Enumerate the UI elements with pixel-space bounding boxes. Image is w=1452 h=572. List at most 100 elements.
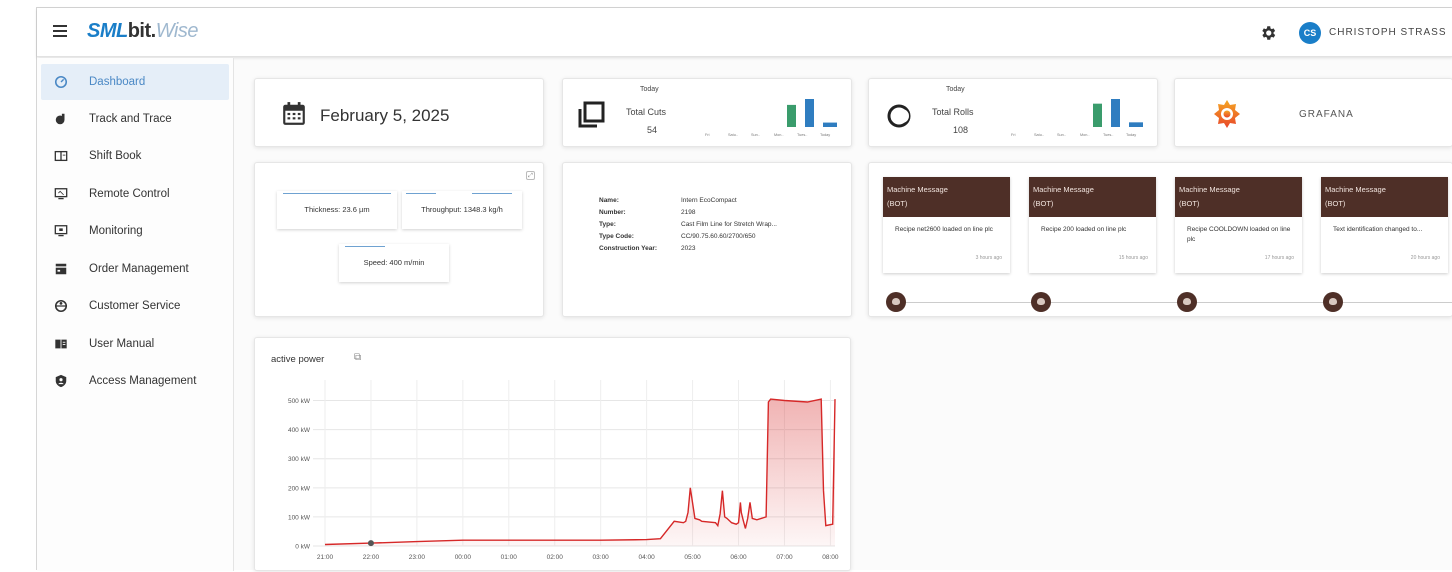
x-tick-label: 07:00 <box>776 554 793 561</box>
thickness-value: Thickness: 23.6 µm <box>304 205 370 214</box>
message-card[interactable]: Machine Message (BOT) Recipe net2600 load… <box>883 177 1010 273</box>
x-tick-label: 23:00 <box>409 554 426 561</box>
hover-point[interactable] <box>367 540 374 547</box>
mini-bar <box>1093 103 1102 127</box>
cuts-bar-chart: Fri Satu.. Sun.. Mon.. Tues.. Today <box>705 99 837 137</box>
message-card[interactable]: Machine Message (BOT) Text identification… <box>1321 177 1448 273</box>
top-bar: SMLbit.Wise CS CHRISTOPH STRASS <box>37 8 1452 57</box>
message-card[interactable]: Machine Message (BOT) Recipe COOLDOWN loa… <box>1175 177 1302 273</box>
sidebar-item-label: Shift Book <box>89 150 142 163</box>
message-header: Machine Message (BOT) <box>883 177 1010 217</box>
remote-control-icon <box>54 187 68 199</box>
user-manual-icon <box>55 339 67 349</box>
sidebar-item-remote-control[interactable]: Remote Control <box>37 175 233 213</box>
customer-service-icon <box>54 300 68 313</box>
thickness-tile[interactable]: Thickness: 23.6 µm <box>277 191 397 229</box>
track-trace-icon <box>55 113 65 124</box>
kpi-label: Total Rolls <box>932 107 974 117</box>
mini-day-label: Mon.. <box>774 133 784 137</box>
throughput-tile[interactable]: Throughput: 1348.3 kg/h <box>402 191 522 229</box>
mini-day-label: Today <box>1126 133 1136 137</box>
hamburger-menu-icon[interactable] <box>53 25 67 37</box>
grafana-label: GRAFANA <box>1299 109 1354 120</box>
total-cuts-card[interactable]: Today Total Cuts 54 Fri Satu.. Sun.. Mon.. T… <box>562 78 852 147</box>
throughput-value: Throughput: 1348.3 kg/h <box>421 205 503 214</box>
mini-day-label: Today <box>820 133 830 137</box>
process-parameters-card: ⤢ Thickness: 23.6 µm Throughput: 1348.3 … <box>254 162 544 317</box>
y-tick-label: 100 kW <box>288 514 311 521</box>
x-tick-label: 04:00 <box>638 554 655 561</box>
series-area <box>325 399 835 546</box>
sidebar-item-label: Access Management <box>89 375 197 388</box>
y-tick-label: 400 kW <box>288 427 311 434</box>
active-power-chart-card: active power ⧉ 0 kW 100 kW 200 kW 300 kW 400… <box>254 337 851 571</box>
message-time: 20 hours ago <box>1410 255 1440 261</box>
kpi-period: Today <box>640 86 659 93</box>
sidebar-item-customer-service[interactable]: Customer Service <box>37 288 233 326</box>
current-date: February 5, 2025 <box>320 106 450 125</box>
sidebar-item-access-management[interactable]: Access Management <box>37 363 233 401</box>
sidebar-item-label: Order Management <box>89 262 189 275</box>
square-cut-icon <box>578 101 605 128</box>
message-body: Recipe 200 loaded on line plc <box>1041 226 1127 233</box>
message-card[interactable]: Machine Message (BOT) Recipe 200 loaded o… <box>1029 177 1156 273</box>
y-tick-label: 200 kW <box>288 485 311 492</box>
speed-tile[interactable]: Speed: 400 m/min <box>339 244 449 282</box>
y-tick-label: 0 kW <box>295 544 311 551</box>
mini-bar <box>1129 122 1143 127</box>
user-name[interactable]: CHRISTOPH STRASS <box>1329 27 1447 38</box>
expand-icon[interactable]: ⤢ <box>526 171 535 180</box>
timeline-dot-icon[interactable] <box>1177 292 1197 312</box>
timeline-dot-icon[interactable] <box>886 292 906 312</box>
timeline-line <box>899 302 1452 303</box>
mini-bar <box>823 122 837 127</box>
calendar-icon <box>283 102 305 125</box>
kpi-value: 54 <box>647 125 658 135</box>
x-tick-label: 21:00 <box>317 554 334 561</box>
sidebar-item-shift-book[interactable]: Shift Book <box>37 138 233 176</box>
timeline-dot-icon[interactable] <box>1031 292 1051 312</box>
sidebar-item-user-manual[interactable]: User Manual <box>37 325 233 363</box>
x-tick-label: 03:00 <box>593 554 610 561</box>
sidebar-item-monitoring[interactable]: Monitoring <box>37 213 233 251</box>
x-tick-label: 08:00 <box>822 554 839 561</box>
timeline-dot-icon[interactable] <box>1323 292 1343 312</box>
avatar[interactable]: CS <box>1299 22 1321 44</box>
machine-messages-card: Machine Message (BOT) Recipe net2600 load… <box>868 162 1452 317</box>
sidebar-item-label: Track and Trace <box>89 112 172 125</box>
mini-bar <box>787 104 796 127</box>
message-header: Machine Message (BOT) <box>1321 177 1448 217</box>
machine-info-card: Name: Intern EcoCompact Number: 2198 Type:… <box>562 162 852 317</box>
mini-day-label: Fri <box>705 133 710 137</box>
mini-day-label: Sun.. <box>1057 133 1066 137</box>
mini-day-label: Tues.. <box>1103 133 1113 137</box>
message-time: 3 hours ago <box>975 255 1002 261</box>
active-power-chart: 0 kW 100 kW 200 kW 300 kW 400 kW 500 kW 21:00 2… <box>288 380 839 561</box>
sidebar-item-dashboard[interactable]: Dashboard <box>41 64 229 100</box>
message-time: 17 hours ago <box>1264 255 1294 261</box>
sidebar-item-label: Customer Service <box>89 300 181 313</box>
x-tick-label: 06:00 <box>730 554 747 561</box>
machine-row: Type Code: CC/90.75.60.60/2700/650 <box>599 233 756 240</box>
grafana-card[interactable]: GRAFANA <box>1174 78 1452 147</box>
sidebar-item-order-management[interactable]: Order Management <box>37 250 233 288</box>
app-logo[interactable]: SMLbit.Wise <box>87 20 199 43</box>
total-rolls-card[interactable]: Today Total Rolls 108 Fri Satu.. Sun.. Mon.… <box>868 78 1158 147</box>
machine-row: Name: Intern EcoCompact <box>599 197 737 204</box>
mini-bar <box>805 99 814 127</box>
mini-bar <box>1111 99 1120 127</box>
shield-user-icon <box>55 375 67 388</box>
settings-gear-icon[interactable] <box>1259 24 1277 42</box>
sidebar-item-track-and-trace[interactable]: Track and Trace <box>37 100 233 138</box>
y-tick-label: 500 kW <box>288 398 311 405</box>
message-body: Recipe COOLDOWN loaded on line plc <box>1187 226 1291 243</box>
sidebar-item-label: Remote Control <box>89 187 170 200</box>
x-tick-label: 05:00 <box>684 554 701 561</box>
speed-value: Speed: 400 m/min <box>363 258 425 267</box>
x-tick-label: 02:00 <box>547 554 564 561</box>
machine-row: Number: 2198 <box>599 209 696 216</box>
message-body: Text identification changed to... <box>1333 226 1423 233</box>
dashboard-icon <box>54 75 68 89</box>
roll-icon <box>887 104 911 128</box>
app-window: SMLbit.Wise CS CHRISTOPH STRASS Dashboar… <box>36 7 1452 571</box>
